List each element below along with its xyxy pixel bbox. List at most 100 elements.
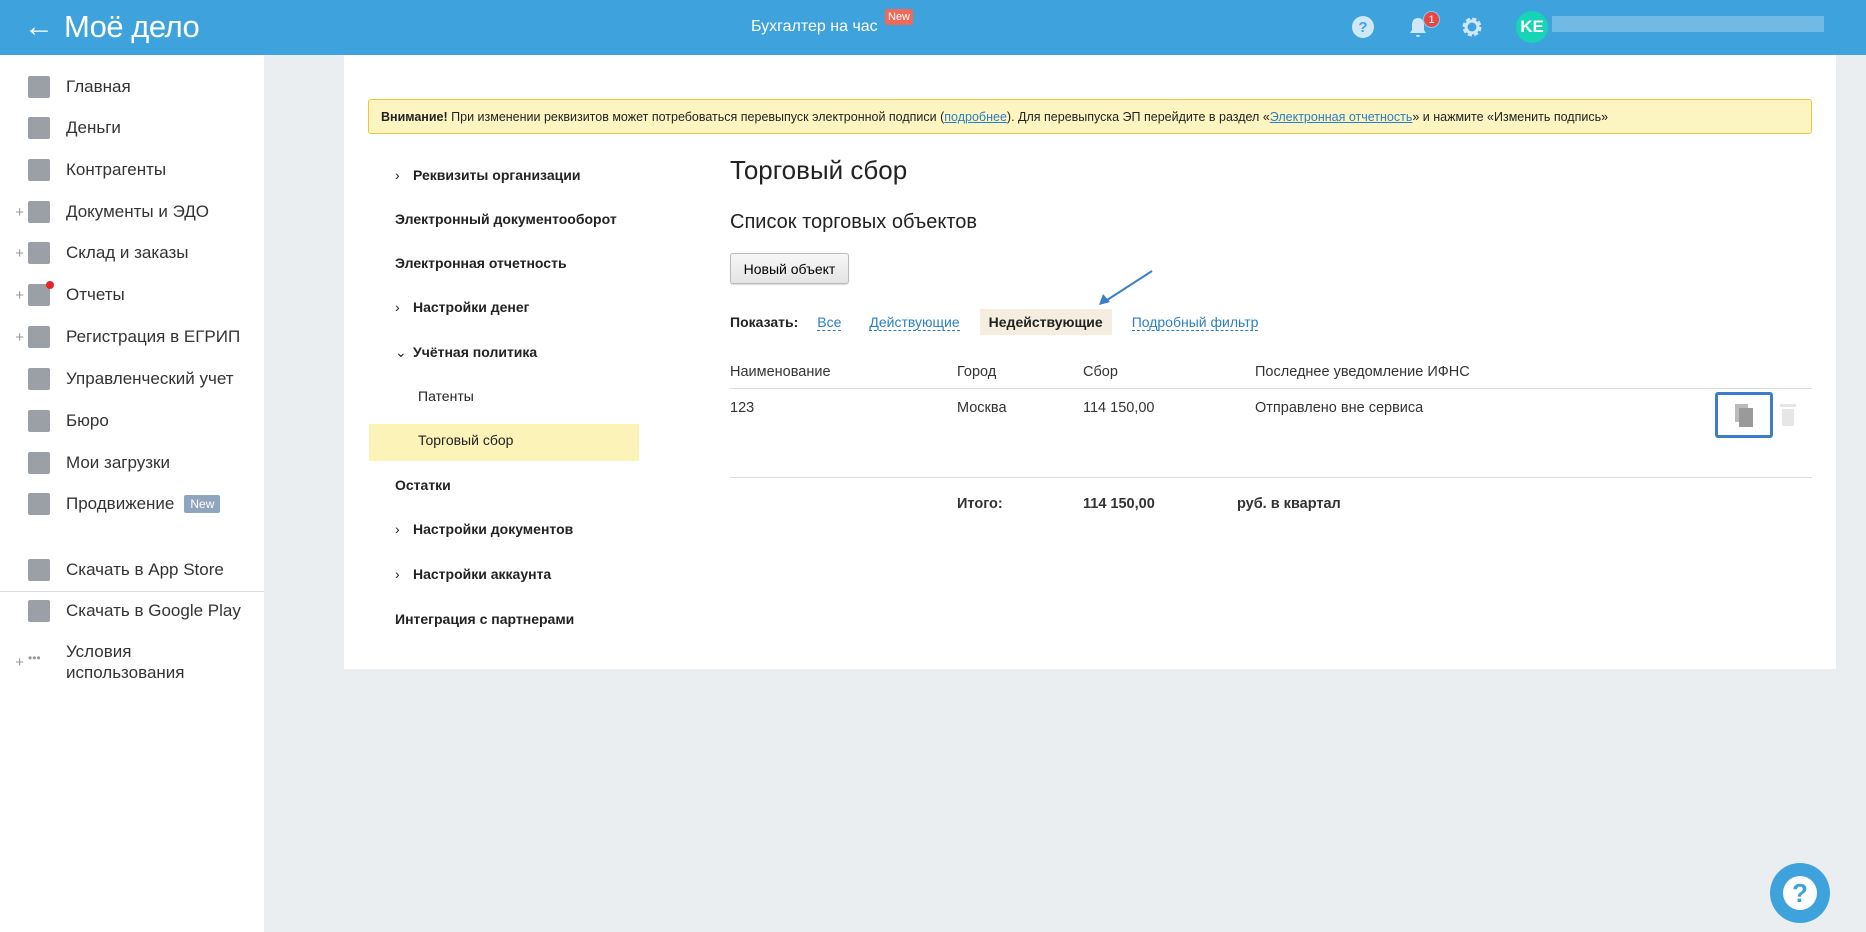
sidebar-item[interactable]: Деньги [0, 113, 264, 143]
registration-icon [28, 326, 50, 348]
total-label: Итого: [957, 496, 1003, 512]
warning-text: При изменении реквизитов может потребова… [447, 110, 945, 124]
column-header-notice: Последнее уведомление ИФНС [1255, 364, 1470, 380]
settings-menu-item[interactable]: Электронная отчетность [395, 255, 567, 271]
cell-name[interactable]: 123 [730, 400, 754, 416]
expand-icon[interactable]: + [0, 654, 28, 671]
new-object-button[interactable]: Новый объект [730, 253, 849, 284]
settings-menu-item[interactable]: Торговый сбор [418, 432, 513, 448]
settings-menu-item[interactable]: › Настройки аккаунта [395, 566, 551, 582]
alert-dot [46, 281, 54, 289]
sidebar-item[interactable]: Контрагенты [0, 155, 264, 185]
warning-text: ). Для перевыпуска ЭП перейдите в раздел… [1006, 110, 1270, 124]
chart-icon [28, 493, 50, 515]
menu-item-label: Учётная политика [413, 344, 538, 360]
cell-notice: Отправлено вне сервиса [1255, 400, 1424, 416]
help-fab-button[interactable]: ? [1770, 863, 1830, 923]
sidebar-item-label: Регистрация в ЕГРИП [66, 327, 241, 346]
help-icon[interactable]: ? [1351, 15, 1375, 39]
settings-menu-item[interactable]: Патенты [418, 388, 474, 404]
menu-item-label: Остатки [395, 477, 451, 493]
e-reporting-link[interactable]: Электронная отчетность [1270, 110, 1413, 124]
sidebar-item-label: Скачать в App Store [66, 560, 224, 579]
sidebar-item[interactable]: + Склад и заказы [0, 238, 264, 268]
settings-menu-item[interactable]: › Реквизиты организации [395, 167, 580, 183]
filter-inactive[interactable]: Недействующие [979, 309, 1112, 335]
accountant-per-hour-link[interactable]: Бухгалтер на час [751, 18, 878, 36]
sidebar-item-label: Скачать в Google Play [66, 601, 241, 620]
home-icon [28, 76, 50, 98]
gear-icon[interactable] [1460, 15, 1484, 39]
menu-item-label: Настройки денег [413, 299, 530, 315]
column-header-city: Город [957, 364, 997, 380]
sidebar-item-label: Деньги [66, 118, 121, 137]
filter-all[interactable]: Все [817, 314, 842, 331]
menu-item-label: Интеграция с партнерами [395, 611, 575, 627]
filter-active[interactable]: Действующие [869, 314, 960, 331]
settings-menu-item[interactable]: › Настройки документов [395, 521, 573, 537]
folder-icon [28, 201, 50, 223]
management-icon [28, 368, 50, 390]
avatar[interactable]: KE [1516, 11, 1548, 43]
apple-icon [28, 559, 50, 581]
column-header-name: Наименование [730, 364, 831, 380]
briefcase-icon [28, 410, 50, 432]
sidebar-item-label: Продвижение [66, 494, 175, 513]
expand-icon[interactable]: + [0, 204, 28, 221]
column-header-fee: Сбор [1083, 364, 1118, 380]
expand-icon[interactable]: + [0, 329, 28, 346]
settings-menu-item[interactable]: ⌄ Учётная политика [395, 344, 537, 361]
sidebar-item[interactable]: + Отчеты [0, 280, 264, 310]
sidebar-item[interactable]: Продвижение New [0, 489, 264, 519]
chevron-icon: › [395, 299, 400, 315]
logo[interactable]: Моё дело [64, 9, 200, 45]
back-arrow-icon[interactable]: ← [24, 10, 54, 44]
trash-icon[interactable] [1777, 402, 1799, 428]
chevron-icon: ⌄ [395, 344, 407, 360]
money-icon [28, 117, 50, 139]
total-unit: руб. в квартал [1237, 496, 1341, 512]
warning-title: Внимание! [381, 110, 448, 124]
menu-item-label: Патенты [418, 388, 474, 404]
question-icon: ? [1783, 876, 1817, 911]
settings-card [344, 55, 1836, 669]
menu-item-label: Электронный документооборот [395, 211, 617, 227]
sidebar-bottom-item[interactable]: + ••• Условия использования [0, 638, 264, 686]
settings-menu-item[interactable]: Интеграция с партнерами [395, 611, 574, 627]
more-icon: ••• [28, 651, 41, 665]
settings-menu-item[interactable]: Электронный документооборот [395, 211, 617, 227]
expand-icon[interactable]: + [0, 287, 28, 304]
copy-button[interactable] [1715, 392, 1773, 438]
sidebar-bottom-item[interactable]: Скачать в App Store [0, 555, 264, 585]
sidebar-item-label: Документы и ЭДО [66, 202, 209, 221]
sidebar-item[interactable]: Управленческий учет [0, 364, 264, 394]
settings-menu-item[interactable]: Остатки [395, 477, 451, 493]
table-divider [730, 388, 1812, 389]
cell-fee: 114 150,00 [1083, 400, 1155, 416]
menu-item-label: Торговый сбор [418, 432, 514, 448]
svg-text:?: ? [1358, 19, 1367, 36]
warning-text: » и нажмите «Изменить подпись» [1412, 110, 1609, 124]
menu-item-label: Настройки аккаунта [413, 566, 552, 582]
expand-icon[interactable]: + [0, 245, 28, 262]
sidebar-item[interactable]: Бюро [0, 406, 264, 436]
page-title: Торговый сбор [730, 155, 908, 185]
sidebar-item-label: Бюро [66, 411, 109, 430]
sidebar-item-label: Мои загрузки [66, 453, 170, 472]
section-subtitle: Список торговых объектов [730, 211, 978, 233]
filter-bar: Показать: Все Действующие Недействующие … [730, 309, 1286, 335]
detailed-filter-link[interactable]: Подробный фильтр [1131, 314, 1259, 331]
sidebar-item[interactable]: + Документы и ЭДО [0, 197, 264, 227]
sidebar-item[interactable]: Главная [0, 72, 264, 102]
sidebar-item[interactable]: + Регистрация в ЕГРИП [0, 322, 264, 352]
sidebar-item-label: Главная [66, 77, 131, 96]
google-play-icon [28, 600, 50, 622]
settings-menu-item[interactable]: › Настройки денег [395, 299, 530, 315]
sidebar-item[interactable]: Мои загрузки [0, 448, 264, 478]
cell-city: Москва [957, 400, 1007, 416]
sidebar-item-label: Управленческий учет [66, 369, 234, 388]
chevron-icon: › [395, 566, 400, 582]
sidebar-bottom-item[interactable]: Скачать в Google Play [0, 596, 264, 626]
details-link[interactable]: подробнее [944, 110, 1007, 124]
new-badge: New [885, 9, 914, 25]
